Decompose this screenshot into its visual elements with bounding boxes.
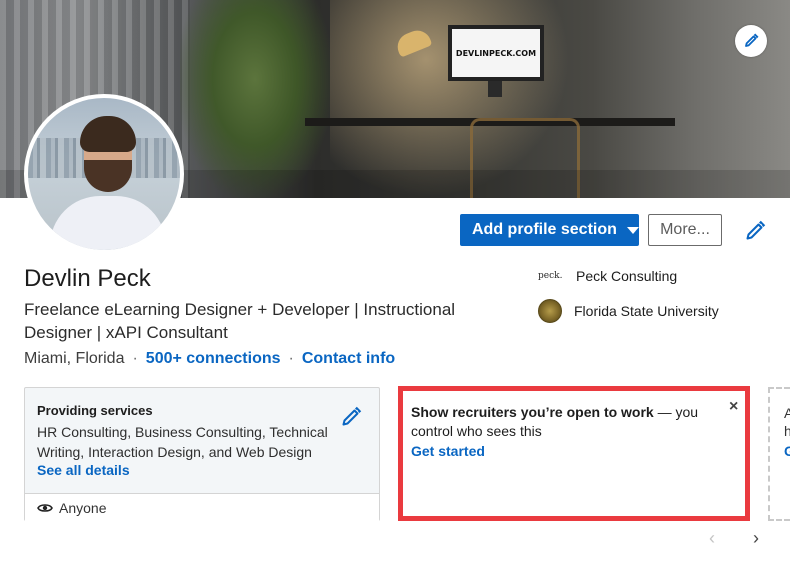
school-name: Florida State University <box>574 303 719 319</box>
carousel-prev-icon[interactable]: ‹ <box>709 528 715 549</box>
company-name: Peck Consulting <box>576 268 678 284</box>
add-profile-section-button[interactable]: Add profile section <box>460 214 639 246</box>
visibility-label: Anyone <box>59 499 107 516</box>
cover-plant <box>180 0 330 198</box>
school-link[interactable]: Florida State University <box>538 299 719 323</box>
profile-headline: Freelance eLearning Designer + Developer… <box>24 300 456 342</box>
carousel-next-icon[interactable]: › <box>753 528 759 549</box>
open-to-work-text: Show recruiters you’re open to work — yo… <box>411 403 711 441</box>
more-button[interactable]: More... <box>648 214 722 246</box>
avatar-shirt <box>50 196 166 250</box>
edit-services-button[interactable] <box>340 406 362 433</box>
cover-monitor: DEVLINPECK.COM <box>448 25 544 81</box>
location-row: Miami, Florida · 500+ connections · Cont… <box>24 350 395 368</box>
pencil-icon <box>342 406 362 426</box>
avatar[interactable] <box>24 94 184 254</box>
company-link[interactable]: peck. Peck Consulting <box>538 268 677 284</box>
open-to-work-heading: Show recruiters you’re open to work <box>411 404 654 420</box>
pencil-icon <box>745 33 759 47</box>
get-started-link[interactable]: Get started <box>411 443 485 459</box>
profile-name: Devlin Peck <box>24 265 151 292</box>
cover-monitor-text: DEVLINPECK.COM <box>455 48 537 58</box>
avatar-beard <box>84 160 132 192</box>
next-card-partial: A h G <box>768 387 790 521</box>
separator-dot: · <box>288 350 294 367</box>
next-card-link[interactable]: G <box>784 443 790 459</box>
see-all-details-link[interactable]: See all details <box>37 462 130 478</box>
open-to-work-card: Show recruiters you’re open to work — yo… <box>398 386 750 521</box>
close-icon[interactable]: × <box>729 398 738 416</box>
caret-down-icon <box>626 226 639 234</box>
providing-services-card: Providing services HR Consulting, Busine… <box>24 387 380 521</box>
pencil-icon <box>746 220 766 240</box>
services-visibility: Anyone <box>25 493 379 521</box>
eye-icon <box>37 503 53 512</box>
connections-link[interactable]: 500+ connections <box>146 350 281 368</box>
services-description: HR Consulting, Business Consulting, Tech… <box>37 424 328 460</box>
avatar-hair <box>80 116 136 152</box>
school-logo <box>538 299 562 323</box>
company-logo: peck. <box>538 271 563 281</box>
edit-cover-button[interactable] <box>735 25 767 57</box>
contact-info-link[interactable]: Contact info <box>302 350 395 368</box>
edit-intro-button[interactable] <box>742 218 768 244</box>
services-title: Providing services <box>37 403 153 418</box>
profile-location: Miami, Florida <box>24 350 125 367</box>
add-profile-section-label: Add profile section <box>472 221 617 238</box>
next-card-text: h <box>784 423 790 439</box>
next-card-text: A <box>784 405 790 421</box>
cover-monitor-stand <box>488 81 502 97</box>
separator-dot: · <box>132 350 138 367</box>
more-button-label: More... <box>660 221 710 238</box>
